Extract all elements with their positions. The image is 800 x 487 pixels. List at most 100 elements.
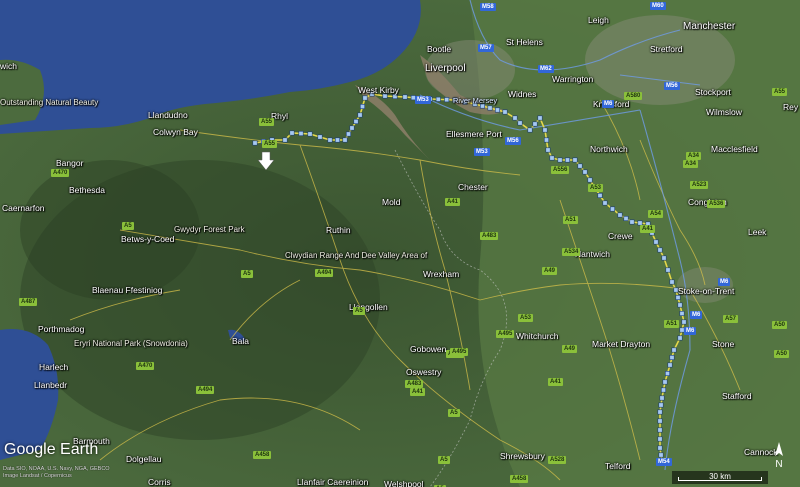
route-waypoint bbox=[677, 335, 683, 341]
route-waypoint bbox=[659, 395, 665, 401]
road-shield: A5 bbox=[448, 409, 460, 417]
route-waypoint bbox=[542, 127, 548, 133]
place-label: Rey bbox=[783, 102, 799, 112]
place-label: Macclesfield bbox=[711, 144, 758, 154]
road-shield: A470 bbox=[136, 362, 155, 370]
road-shield: A57 bbox=[723, 315, 739, 323]
road-shield: A41 bbox=[410, 388, 426, 396]
route-waypoint bbox=[564, 157, 570, 163]
route-waypoint bbox=[587, 177, 593, 183]
route-waypoint bbox=[444, 97, 450, 103]
road-shield: A483 bbox=[480, 232, 499, 240]
route-waypoint bbox=[342, 137, 348, 143]
scale-bar: 30 km bbox=[672, 471, 768, 484]
route-waypoint bbox=[298, 131, 304, 137]
place-label: Colwyn Bay bbox=[153, 127, 198, 137]
route-waypoint bbox=[334, 137, 340, 143]
place-label: Caernarfon bbox=[2, 203, 45, 213]
scale-bar-line bbox=[678, 477, 762, 481]
road-shield: M53 bbox=[415, 96, 431, 104]
road-shield: A580 bbox=[624, 92, 643, 100]
route-waypoint bbox=[661, 255, 667, 261]
place-label: Stone bbox=[712, 339, 735, 349]
place-label: Stoke-on-Trent bbox=[678, 286, 735, 296]
road-shield: A50 bbox=[774, 350, 790, 358]
place-label: Northwich bbox=[590, 144, 628, 154]
place-label: Clwydian Range And Dee Valley Area of bbox=[285, 251, 428, 260]
road-shield: A41 bbox=[445, 198, 461, 206]
route-waypoint bbox=[517, 120, 523, 126]
route-waypoint bbox=[543, 137, 549, 143]
place-label: Bootle bbox=[427, 44, 452, 54]
place-label: Warrington bbox=[552, 74, 594, 84]
place-label: Welshpool bbox=[384, 479, 424, 487]
road-shield: A5 bbox=[241, 270, 253, 278]
route-waypoint bbox=[669, 354, 675, 360]
route-waypoint bbox=[602, 200, 608, 206]
route-waypoint bbox=[327, 137, 333, 143]
route-waypoint bbox=[577, 163, 583, 169]
place-label: Stockport bbox=[695, 87, 731, 97]
road-shield: M56 bbox=[505, 137, 521, 145]
road-shield: A458 bbox=[253, 451, 272, 459]
road-shield: A53 bbox=[518, 314, 534, 322]
route-waypoint bbox=[657, 427, 663, 433]
place-label: Blaenau Ffestiniog bbox=[92, 285, 163, 295]
place-label: Oswestry bbox=[406, 367, 442, 377]
route-waypoint bbox=[658, 452, 664, 458]
place-label: Corris bbox=[148, 477, 171, 487]
road-shield: M6 bbox=[684, 327, 697, 335]
place-label: Market Drayton bbox=[592, 339, 651, 349]
route-waypoint bbox=[359, 104, 365, 110]
place-label: Eryri National Park (Snowdonia) bbox=[74, 339, 188, 348]
route-waypoint bbox=[353, 119, 359, 125]
road-shield: M6 bbox=[602, 100, 615, 108]
place-label: Chester bbox=[458, 182, 488, 192]
route-waypoint bbox=[349, 125, 355, 131]
route-waypoint bbox=[494, 107, 500, 113]
route-waypoint bbox=[657, 436, 663, 442]
place-label: West Kirby bbox=[358, 85, 399, 95]
north-arrow-icon[interactable]: N bbox=[764, 440, 794, 470]
route-waypoint bbox=[617, 212, 623, 218]
route-waypoint bbox=[665, 267, 671, 273]
place-label: Gobowen bbox=[410, 344, 447, 354]
place-label: Leigh bbox=[588, 15, 609, 25]
satellite-map[interactable]: Manchester Stretford Stockport Leigh St Hele… bbox=[0, 0, 800, 487]
route-waypoint bbox=[532, 121, 538, 127]
place-label: Stafford bbox=[722, 391, 752, 401]
road-shield: M56 bbox=[664, 82, 680, 90]
route-waypoint bbox=[657, 445, 663, 451]
road-shield: A458 bbox=[510, 475, 529, 483]
place-label: Llanbedr bbox=[34, 380, 68, 390]
route-waypoint bbox=[557, 157, 563, 163]
place-label: Llandudno bbox=[148, 110, 188, 120]
road-shield: A5 bbox=[353, 307, 365, 315]
road-shield: A55 bbox=[259, 118, 275, 126]
route-waypoint bbox=[660, 387, 666, 393]
place-label: Ellesmere Port bbox=[446, 129, 502, 139]
road-shield: A41 bbox=[548, 378, 564, 386]
place-label: Dolgellau bbox=[126, 454, 162, 464]
road-shield: M57 bbox=[478, 44, 494, 52]
route-waypoint bbox=[582, 169, 588, 175]
road-shield: A470 bbox=[51, 169, 70, 177]
road-shield: M53 bbox=[474, 148, 490, 156]
road-shield: A41 bbox=[640, 225, 656, 233]
road-shield: A53 bbox=[588, 184, 604, 192]
route-waypoint bbox=[527, 127, 533, 133]
road-shield: M60 bbox=[650, 2, 666, 10]
route-waypoint bbox=[282, 137, 288, 143]
place-label: Nantwich bbox=[575, 249, 610, 259]
route-waypoint bbox=[307, 131, 313, 137]
route-waypoint bbox=[362, 95, 368, 101]
place-label: Bethesda bbox=[69, 185, 105, 195]
image-credit: Image Landsat / Copernicus bbox=[3, 473, 72, 480]
place-label: Leek bbox=[748, 227, 767, 237]
road-shield: A556 bbox=[551, 166, 570, 174]
place-label: Bala bbox=[232, 336, 250, 346]
place-label: Ruthin bbox=[326, 225, 351, 235]
route-waypoint bbox=[345, 131, 351, 137]
route-waypoint bbox=[545, 147, 551, 153]
route-waypoint bbox=[662, 379, 668, 385]
